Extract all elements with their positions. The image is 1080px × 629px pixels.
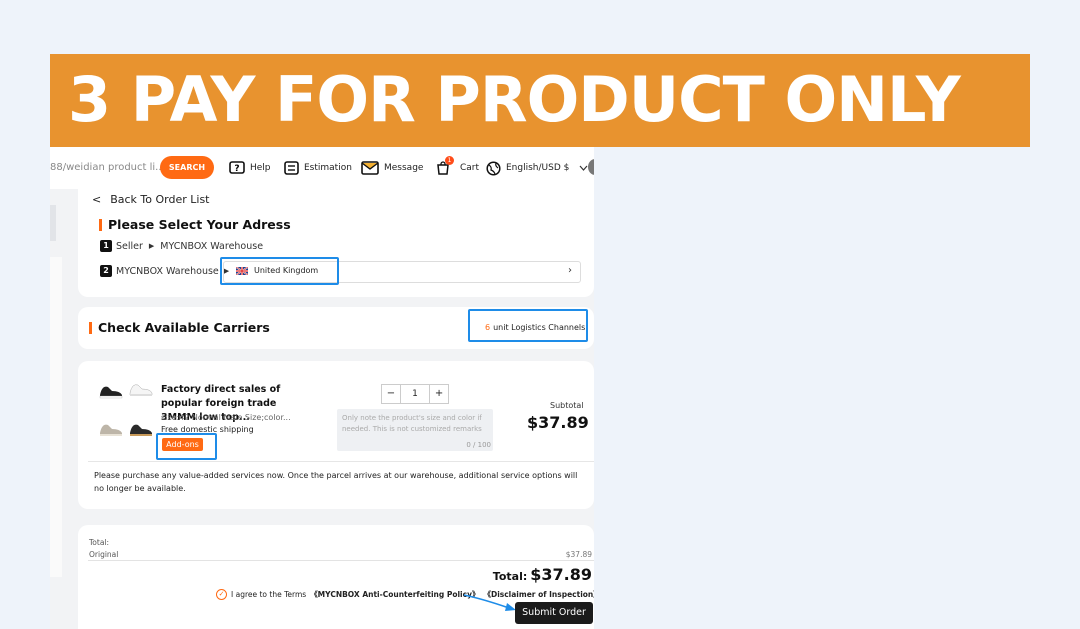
product-thumb-black-sneaker <box>99 386 123 399</box>
back-label: Back To Order List <box>110 193 210 206</box>
step-from: MYCNBOX Warehouse <box>116 265 219 277</box>
subtotal-label: Subtotal <box>550 401 584 410</box>
search-button[interactable]: SEARCH <box>160 156 214 179</box>
back-to-order-list[interactable]: < Back To Order List <box>92 193 209 206</box>
divider <box>88 560 594 561</box>
order-summary-card: Total: Original $37.89 Total: $37.89 ✓ I … <box>78 525 594 629</box>
step-to: MYCNBOX Warehouse <box>160 240 264 252</box>
arrow-right-icon: ▶ <box>148 242 155 250</box>
check-circle-icon[interactable]: ✓ <box>216 589 227 600</box>
divider <box>88 461 594 462</box>
cart-icon-wrap: 1 <box>436 156 455 175</box>
step-number: 1 <box>100 240 112 252</box>
route-step-1: 1 Seller ▶ MYCNBOX Warehouse <box>100 240 263 252</box>
language-label: English/USD $ <box>506 163 570 173</box>
svg-text:?: ? <box>234 164 239 174</box>
original-value: $37.89 <box>565 550 592 559</box>
sidebar-stub <box>50 205 56 241</box>
estimation-icon <box>284 161 299 175</box>
highlight-box <box>156 433 217 460</box>
help-link[interactable]: ? Help <box>229 159 271 177</box>
sidebar-panel <box>50 257 62 577</box>
estimation-label: Estimation <box>304 163 352 173</box>
qty-input[interactable]: 1 <box>399 385 431 403</box>
chevron-down-icon <box>579 165 588 171</box>
highlight-box <box>220 257 339 285</box>
grand-total-label: Total: <box>492 570 528 583</box>
globe-icon <box>486 160 501 176</box>
cart-label: Cart <box>460 163 480 173</box>
title-banner: 3 PAY FOR PRODUCT ONLY <box>50 54 1030 147</box>
grand-total: Total: $37.89 <box>493 565 592 584</box>
qty-plus-button[interactable]: + <box>430 385 448 403</box>
header-bar: 88/weidian product li... SEARCH ? Help E… <box>50 147 594 189</box>
product-thumb-grey-sneaker <box>100 424 122 436</box>
original-label: Original <box>89 550 119 559</box>
help-label: Help <box>250 163 271 173</box>
route-step-2: 2 MYCNBOX Warehouse ▶ <box>100 265 229 277</box>
terms-prefix: I agree to the Terms <box>231 590 307 599</box>
message-link[interactable]: Message <box>361 159 423 177</box>
terms-agreement[interactable]: ✓ I agree to the Terms 《MYCNBOX Anti-Cou… <box>216 589 594 600</box>
banner-title: 3 PAY FOR PRODUCT ONLY <box>68 63 961 136</box>
language-selector[interactable]: English/USD $ <box>486 159 593 177</box>
product-thumb-dark-sneaker <box>130 424 152 436</box>
help-icon: ? <box>229 161 245 174</box>
product-thumb-white-sneaker <box>129 384 153 396</box>
app-screenshot: 88/weidian product li... SEARCH ? Help E… <box>50 147 594 629</box>
grand-total-value: $37.89 <box>530 565 592 584</box>
message-label: Message <box>384 163 424 173</box>
remarks-textarea[interactable]: Only note the product's size and color i… <box>337 409 493 451</box>
product-spec: size:42 Normal Male Size;color... <box>161 413 291 422</box>
value-added-notice: Please purchase any value-added services… <box>94 471 578 493</box>
carriers-title: Check Available Carriers <box>89 321 270 334</box>
address-title: Please Select Your Adress <box>99 218 291 231</box>
subtotal-value: $37.89 <box>527 413 589 432</box>
product-card: Factory direct sales of popular foreign … <box>78 361 594 509</box>
pointer-arrow-icon <box>463 594 516 611</box>
search-input[interactable]: 88/weidian product li... <box>50 156 162 180</box>
carriers-card: Check Available Carriers 6 unit Logistics… <box>78 307 594 349</box>
cart-link[interactable]: 1 Cart <box>436 156 480 177</box>
quantity-stepper[interactable]: − 1 + <box>381 384 449 404</box>
remarks-placeholder: Only note the product's size and color i… <box>342 414 482 433</box>
chevron-right-icon: › <box>568 265 572 276</box>
chevron-left-icon: < <box>92 193 102 206</box>
message-icon <box>361 161 379 175</box>
estimation-link[interactable]: Estimation <box>284 159 352 177</box>
step-number: 2 <box>100 265 112 277</box>
total-label: Total: <box>89 538 110 547</box>
qty-minus-button[interactable]: − <box>382 385 400 403</box>
highlight-box <box>468 309 588 342</box>
step-from: Seller <box>116 240 143 252</box>
policy-link[interactable]: 《MYCNBOX Anti-Counterfeiting Policy》 <box>310 589 479 600</box>
remarks-char-count: 0 / 100 <box>466 441 491 449</box>
address-card: < Back To Order List Please Select Your A… <box>78 189 594 297</box>
cart-count-badge: 1 <box>445 156 454 165</box>
submit-order-button[interactable]: Submit Order <box>515 602 593 624</box>
